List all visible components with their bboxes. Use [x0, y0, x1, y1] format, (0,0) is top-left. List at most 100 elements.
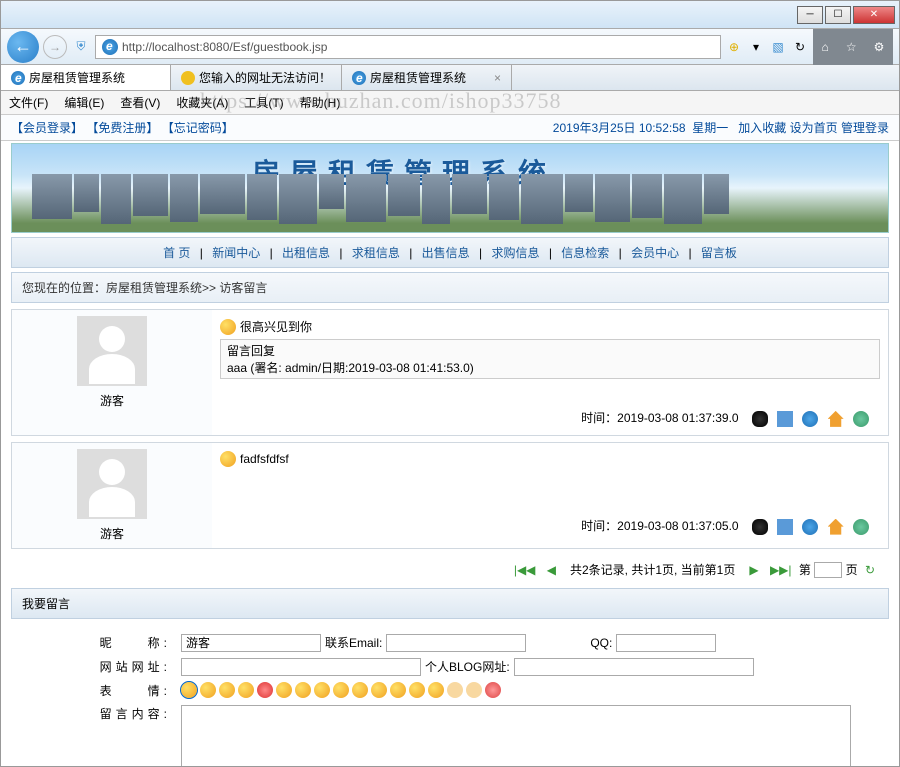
menu-view[interactable]: 查看(V): [120, 94, 160, 111]
emoji-option[interactable]: [428, 682, 444, 698]
pagination-text: 共2条记录, 共计1页, 当前第1页: [570, 563, 735, 577]
emoji-option[interactable]: [390, 682, 406, 698]
email-icon[interactable]: [777, 519, 793, 535]
dropdown-icon[interactable]: ▾: [747, 38, 765, 56]
window-minimize-button[interactable]: ─: [797, 6, 823, 24]
form-heading: 我要留言: [11, 588, 889, 619]
nav-search[interactable]: 信息检索: [555, 246, 615, 260]
smirk-icon: [220, 451, 236, 467]
ie-link-icon[interactable]: [802, 411, 818, 427]
menu-edit[interactable]: 编辑(E): [64, 94, 104, 111]
emoji-option[interactable]: [466, 682, 482, 698]
picture-icon[interactable]: ▧: [769, 38, 787, 56]
nickname-input[interactable]: [181, 634, 321, 652]
main-nav: 首 页 | 新闻中心 | 出租信息 | 求租信息 | 出售信息 | 求购信息 |…: [11, 237, 889, 268]
emoji-option[interactable]: [371, 682, 387, 698]
pagination: |◀◀ ◀ 共2条记录, 共计1页, 当前第1页 ▶ ▶▶| 第 页 ↻: [1, 555, 899, 584]
tab-favicon: [11, 71, 25, 85]
register-link[interactable]: 【免费注册】: [86, 121, 158, 135]
emoji-label: 表 情:: [17, 682, 177, 699]
time-value: 2019-03-08 01:37:39.0: [617, 411, 738, 425]
tab-close-icon[interactable]: ×: [494, 71, 501, 85]
forgot-password-link[interactable]: 【忘记密码】: [162, 121, 234, 135]
reply-text: aaa (署名: admin/日期:2019-03-08 01:41:53.0): [227, 359, 873, 376]
nav-member[interactable]: 会员中心: [625, 246, 685, 260]
content-textarea[interactable]: [181, 705, 851, 766]
emoji-option[interactable]: [352, 682, 368, 698]
email-input[interactable]: [386, 634, 526, 652]
star-icon[interactable]: ☆: [846, 40, 857, 54]
nav-guestbook[interactable]: 留言板: [695, 246, 743, 260]
emoji-option[interactable]: [181, 682, 197, 698]
first-page-button[interactable]: |◀◀: [514, 563, 536, 577]
site-banner: 房屋租赁管理系统: [11, 143, 889, 233]
go-page-button[interactable]: ↻: [865, 563, 875, 577]
emoji-option[interactable]: [276, 682, 292, 698]
home-link-icon[interactable]: [828, 411, 844, 427]
browser-tab-3[interactable]: 房屋租赁管理系统 ×: [342, 65, 512, 90]
nav-sale[interactable]: 出售信息: [416, 246, 476, 260]
refresh-icon[interactable]: ↻: [791, 38, 809, 56]
email-label: 联系Email:: [325, 634, 382, 651]
browser-tab-1[interactable]: 房屋租赁管理系统: [1, 65, 171, 90]
set-homepage-link[interactable]: 设为首页: [790, 121, 838, 135]
ie-link-icon[interactable]: [802, 519, 818, 535]
admin-login-link[interactable]: 管理登录: [841, 121, 889, 135]
browser-tab-2[interactable]: 您输入的网址无法访问！: [171, 65, 342, 90]
add-favorite-link[interactable]: 加入收藏: [738, 121, 786, 135]
qq-icon[interactable]: [752, 519, 768, 535]
add-favorite-icon[interactable]: ⊕: [725, 38, 743, 56]
emoji-option[interactable]: [447, 682, 463, 698]
home-link-icon[interactable]: [828, 519, 844, 535]
message-text: 很高兴见到你: [240, 318, 312, 335]
prev-page-button[interactable]: ◀: [547, 563, 556, 577]
nav-rent-out[interactable]: 出租信息: [276, 246, 336, 260]
globe-icon[interactable]: [853, 411, 869, 427]
reply-title: 留言回复: [227, 342, 873, 359]
window-close-button[interactable]: ✕: [853, 6, 895, 24]
last-page-button[interactable]: ▶▶|: [770, 563, 792, 577]
menu-bar: 文件(F) 编辑(E) 查看(V) 收藏夹(A) 工具(T) 帮助(H): [1, 91, 899, 115]
nav-seek-buy[interactable]: 求购信息: [485, 246, 545, 260]
menu-favorites[interactable]: 收藏夹(A): [176, 94, 228, 111]
emoji-option[interactable]: [333, 682, 349, 698]
menu-file[interactable]: 文件(F): [9, 94, 48, 111]
emoji-option[interactable]: [219, 682, 235, 698]
website-input[interactable]: [181, 658, 421, 676]
nav-news[interactable]: 新闻中心: [206, 246, 266, 260]
url-input[interactable]: [122, 40, 714, 54]
menu-tools[interactable]: 工具(T): [244, 94, 283, 111]
emoji-picker: [181, 682, 501, 698]
window-maximize-button[interactable]: ☐: [825, 6, 851, 24]
avatar: [77, 316, 147, 386]
emoji-option[interactable]: [485, 682, 501, 698]
message-text: fadfsfdfsf: [240, 452, 289, 466]
nav-home[interactable]: 首 页: [157, 246, 196, 260]
next-page-button[interactable]: ▶: [749, 563, 758, 577]
security-shield-icon[interactable]: ⛨: [71, 37, 91, 57]
email-icon[interactable]: [777, 411, 793, 427]
blog-input[interactable]: [514, 658, 754, 676]
address-bar[interactable]: [95, 35, 721, 59]
page-input[interactable]: [814, 562, 842, 578]
qq-icon[interactable]: [752, 411, 768, 427]
nickname-label: 昵 称:: [17, 634, 177, 651]
home-icon[interactable]: ⌂: [822, 40, 829, 54]
forward-button[interactable]: →: [43, 35, 67, 59]
tab-label: 房屋租赁管理系统: [370, 69, 466, 86]
emoji-option[interactable]: [200, 682, 216, 698]
emoji-option[interactable]: [295, 682, 311, 698]
emoji-option[interactable]: [314, 682, 330, 698]
qq-input[interactable]: [616, 634, 716, 652]
guest-name: 游客: [18, 525, 206, 542]
back-button[interactable]: ←: [7, 31, 39, 63]
globe-icon[interactable]: [853, 519, 869, 535]
emoji-option[interactable]: [238, 682, 254, 698]
gear-icon[interactable]: ⚙: [874, 40, 885, 54]
emoji-option[interactable]: [409, 682, 425, 698]
member-login-link[interactable]: 【会员登录】: [11, 121, 83, 135]
menu-help[interactable]: 帮助(H): [300, 94, 341, 111]
weekday-text: 星期一: [692, 121, 728, 135]
emoji-option[interactable]: [257, 682, 273, 698]
nav-seek-rent[interactable]: 求租信息: [346, 246, 406, 260]
